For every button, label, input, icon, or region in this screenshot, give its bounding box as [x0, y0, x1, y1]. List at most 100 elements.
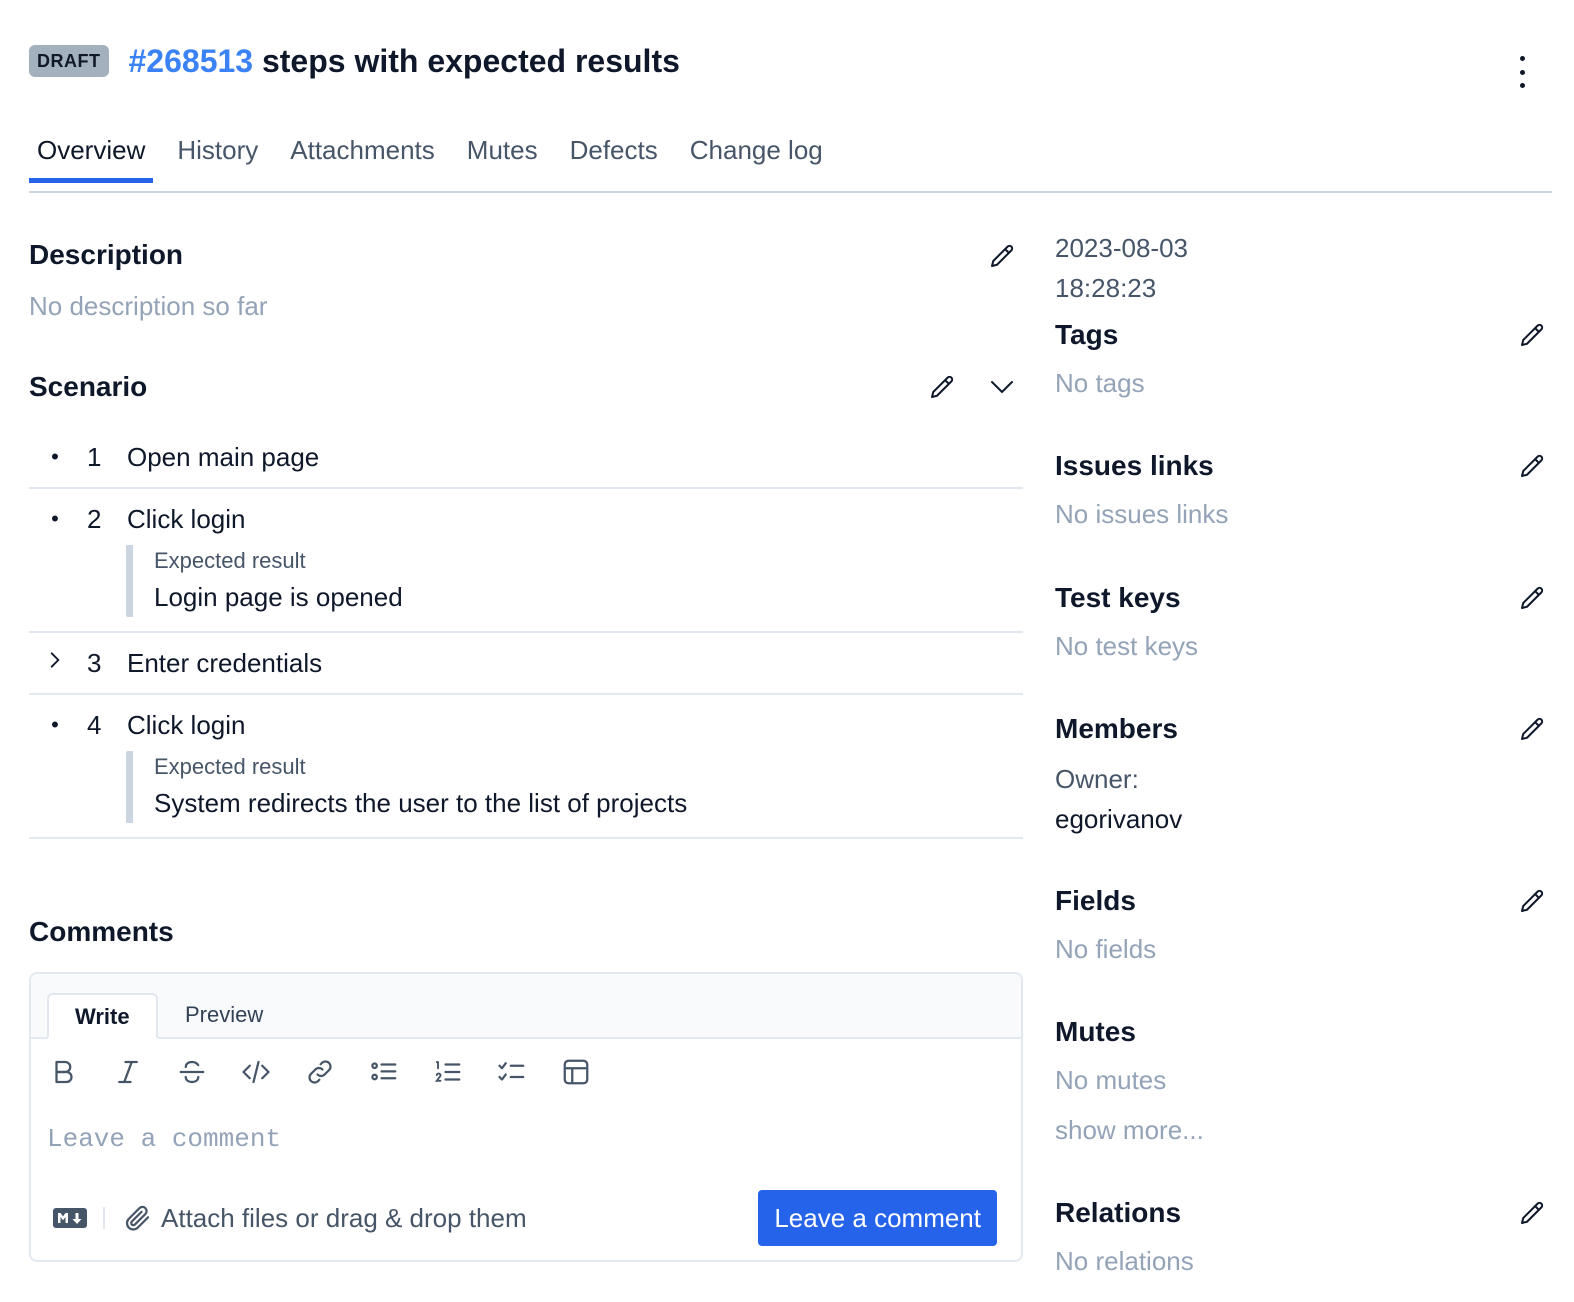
italic-button[interactable] [109, 1054, 173, 1090]
link-icon [308, 1060, 332, 1084]
bullet-icon: • [51, 712, 59, 737]
link-button[interactable] [301, 1054, 365, 1090]
status-badge: DRAFT [29, 45, 109, 77]
test-case-title: steps with expected results [261, 43, 680, 79]
step-number: 2 [87, 503, 102, 534]
expected-result-text: System redirects the user to the list of… [154, 788, 688, 818]
owner-name: egorivanov [1055, 804, 1183, 834]
attach-files-label: Attach files or drag & drop them [161, 1202, 527, 1233]
pencil-icon [1521, 1201, 1544, 1224]
edit-relations-button[interactable] [1514, 1195, 1550, 1231]
step-text: Open main page [127, 441, 320, 472]
task-list-icon [498, 1062, 525, 1081]
attach-files-button[interactable]: Attach files or drag & drop them [123, 1203, 527, 1234]
edit-issues-links-button[interactable] [1514, 448, 1550, 484]
members-section: Members Owner: egorivanov [1055, 709, 1555, 839]
dot-icon [1519, 83, 1525, 88]
italic-icon [118, 1060, 138, 1084]
fields-section: Fields No fields [1055, 881, 1555, 967]
expected-result: Expected result System redirects the use… [126, 751, 1023, 823]
scenario-heading: Scenario [29, 371, 148, 402]
fields-heading: Fields [1055, 885, 1136, 916]
step-item: • 4 Click login Expected result System r… [29, 695, 1023, 839]
steps-list: • 1 Open main page • 2 Click login Expec… [29, 427, 1023, 839]
page-title: #268513 steps with expected results [129, 39, 680, 83]
tags-section: Tags No tags [1055, 315, 1555, 401]
test-case-id[interactable]: #268513 [129, 43, 254, 79]
numbered-list-icon [434, 1061, 461, 1082]
expected-result-label: Expected result [154, 548, 306, 573]
test-keys-heading: Test keys [1055, 582, 1181, 613]
divider [103, 1207, 105, 1229]
issues-links-section: Issues links No issues links [1055, 446, 1555, 532]
tab-mutes[interactable]: Mutes [459, 120, 546, 191]
tab-history[interactable]: History [169, 120, 266, 191]
step-text: Click login [127, 503, 246, 534]
strikethrough-button[interactable] [173, 1054, 237, 1090]
mutes-section: Mutes No mutes show more... [1055, 1012, 1555, 1148]
strikethrough-icon [179, 1060, 205, 1084]
pencil-icon [931, 375, 954, 398]
more-options-button[interactable] [1516, 56, 1528, 88]
issues-links-empty: No issues links [1055, 499, 1229, 529]
scenario-section: Scenario • 1 Open main page • 2 Click lo… [29, 367, 1023, 839]
test-keys-section: Test keys No test keys [1055, 578, 1555, 664]
show-more-link[interactable]: show more... [1055, 1112, 1555, 1148]
pencil-icon [1521, 586, 1544, 609]
chevron-down-icon [991, 381, 1013, 394]
bullet-icon: • [51, 444, 59, 469]
tags-empty: No tags [1055, 368, 1145, 398]
relations-heading: Relations [1055, 1197, 1182, 1228]
bullet-icon: • [51, 506, 59, 531]
tab-preview[interactable]: Preview [159, 993, 289, 1039]
step-text: Enter credentials [127, 647, 323, 678]
tab-defects[interactable]: Defects [562, 120, 666, 191]
dot-icon [1519, 69, 1525, 75]
collapse-scenario-button[interactable] [984, 369, 1020, 405]
edit-members-button[interactable] [1514, 711, 1550, 747]
code-button[interactable] [237, 1054, 301, 1090]
leave-comment-button[interactable]: Leave a comment [758, 1190, 997, 1246]
step-item: • 2 Click login Expected result Login pa… [29, 489, 1023, 633]
comment-input[interactable] [47, 1114, 1007, 1164]
relations-empty: No relations [1055, 1246, 1194, 1276]
mutes-empty: No mutes [1055, 1065, 1167, 1095]
mutes-heading: Mutes [1055, 1016, 1136, 1047]
table-button[interactable] [557, 1054, 621, 1090]
main-content: Description No description so far Scenar… [29, 230, 1023, 839]
bullet-list-button[interactable] [365, 1054, 429, 1090]
fields-empty: No fields [1055, 934, 1157, 964]
tags-heading: Tags [1055, 319, 1119, 350]
editor-footer: Attach files or drag & drop them Leave a… [53, 1190, 997, 1246]
expected-result-text: Login page is opened [154, 582, 403, 612]
chevron-right-icon [50, 652, 60, 668]
members-heading: Members [1055, 713, 1178, 744]
table-icon [563, 1059, 589, 1085]
test-keys-empty: No test keys [1055, 631, 1199, 661]
numbered-list-button[interactable] [429, 1054, 493, 1090]
expand-step-button[interactable] [29, 650, 81, 676]
markdown-icon[interactable] [53, 1208, 87, 1228]
page-header: DRAFT #268513 steps with expected result… [29, 36, 1574, 88]
sidebar: 2023-08-03 18:28:23 Tags No tags Issues … [1055, 228, 1555, 1276]
tab-overview[interactable]: Overview [29, 120, 154, 191]
task-list-button[interactable] [493, 1054, 557, 1090]
created-time: 18:28:23 [1055, 273, 1157, 303]
edit-scenario-button[interactable] [924, 369, 960, 405]
edit-tags-button[interactable] [1514, 317, 1550, 353]
tab-write[interactable]: Write [47, 993, 158, 1039]
step-text: Click login [127, 709, 246, 740]
bold-button[interactable] [45, 1054, 109, 1090]
step-number: 3 [87, 647, 102, 678]
edit-test-keys-button[interactable] [1514, 580, 1550, 616]
created-date: 2023-08-03 [1055, 233, 1188, 263]
description-heading: Description [29, 239, 184, 270]
editor-tab-bar: Write Preview [31, 974, 1021, 1039]
tab-attachments[interactable]: Attachments [282, 120, 443, 191]
comment-editor: Write Preview Leave a comment Attach fil… [29, 972, 1023, 1262]
tab-change-log[interactable]: Change log [682, 120, 831, 191]
edit-description-button[interactable] [984, 238, 1020, 274]
edit-fields-button[interactable] [1514, 883, 1550, 919]
formatting-toolbar [45, 1054, 621, 1090]
description-empty: No description so far [29, 291, 268, 321]
